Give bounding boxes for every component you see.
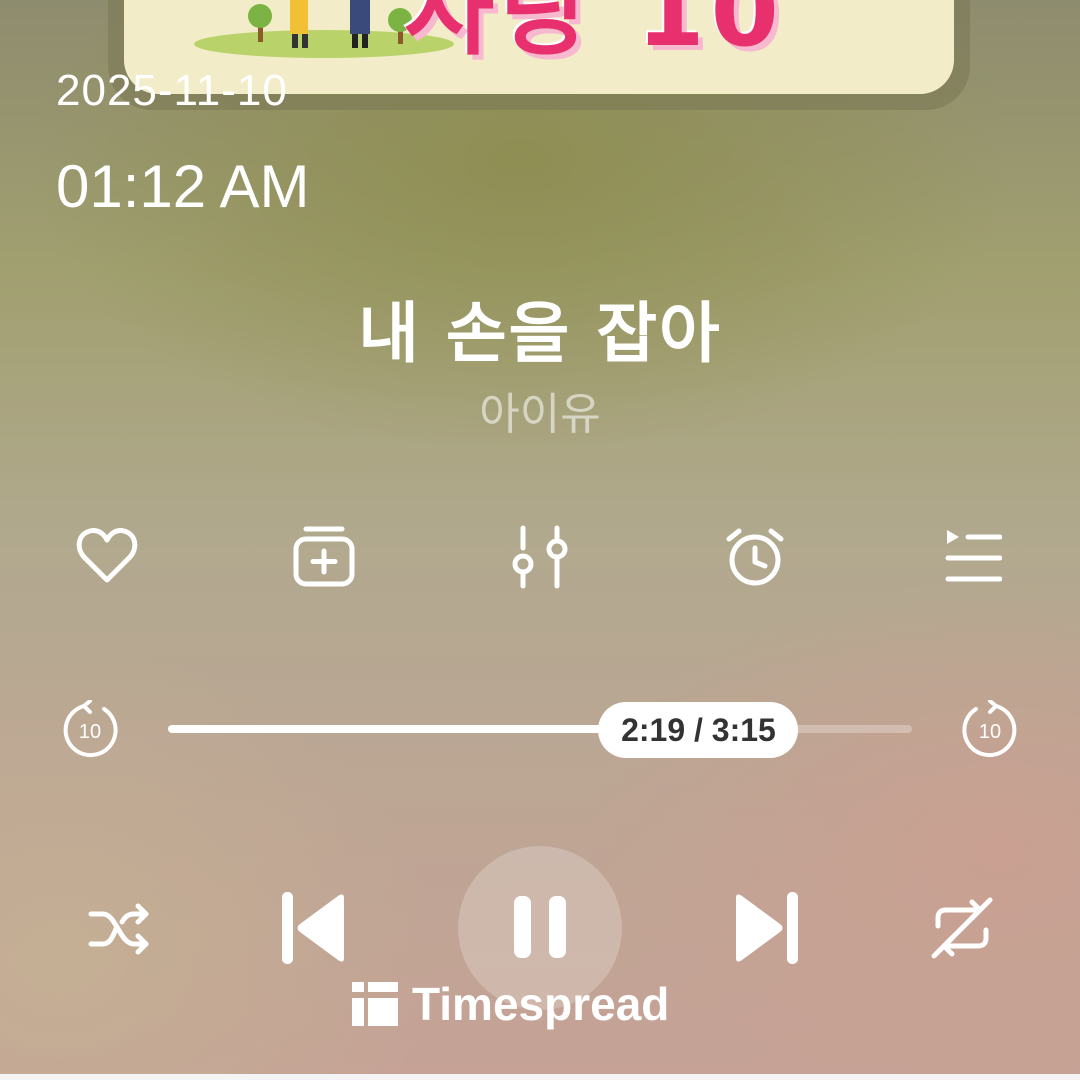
artist-name[interactable]: 아이유 bbox=[0, 378, 1080, 442]
bottom-edge bbox=[0, 1074, 1080, 1080]
repeat-off-icon[interactable] bbox=[930, 896, 994, 960]
skip-previous-icon[interactable] bbox=[282, 892, 346, 964]
time-label: 01:12 AM bbox=[56, 153, 310, 220]
pause-icon[interactable] bbox=[514, 896, 566, 958]
watermark-text: Timespread bbox=[412, 978, 670, 1030]
date-label: 2025-11-10 bbox=[56, 66, 288, 115]
heart-icon[interactable] bbox=[76, 526, 138, 586]
timespread-logo-icon bbox=[352, 982, 398, 1026]
equalizer-icon[interactable] bbox=[508, 524, 574, 590]
rewind-10-icon[interactable]: 10 bbox=[60, 700, 120, 760]
seek-bar[interactable] bbox=[168, 725, 912, 733]
forward-10-label: 10 bbox=[979, 721, 1001, 743]
add-to-playlist-icon[interactable] bbox=[292, 524, 356, 588]
watermark: Timespread bbox=[352, 974, 669, 1034]
album-title-art: 사랑 10 bbox=[404, 0, 785, 69]
shuffle-icon[interactable] bbox=[88, 902, 150, 956]
forward-10-icon[interactable]: 10 bbox=[960, 700, 1020, 760]
alarm-clock-icon[interactable] bbox=[724, 526, 786, 588]
rewind-10-label: 10 bbox=[79, 721, 101, 743]
skip-next-icon[interactable] bbox=[734, 892, 798, 964]
song-title: 내 손을 잡아 bbox=[358, 295, 722, 372]
playback-time-pill[interactable]: 2:19 / 3:15 bbox=[598, 702, 799, 758]
playlist-queue-icon[interactable] bbox=[944, 528, 1002, 586]
